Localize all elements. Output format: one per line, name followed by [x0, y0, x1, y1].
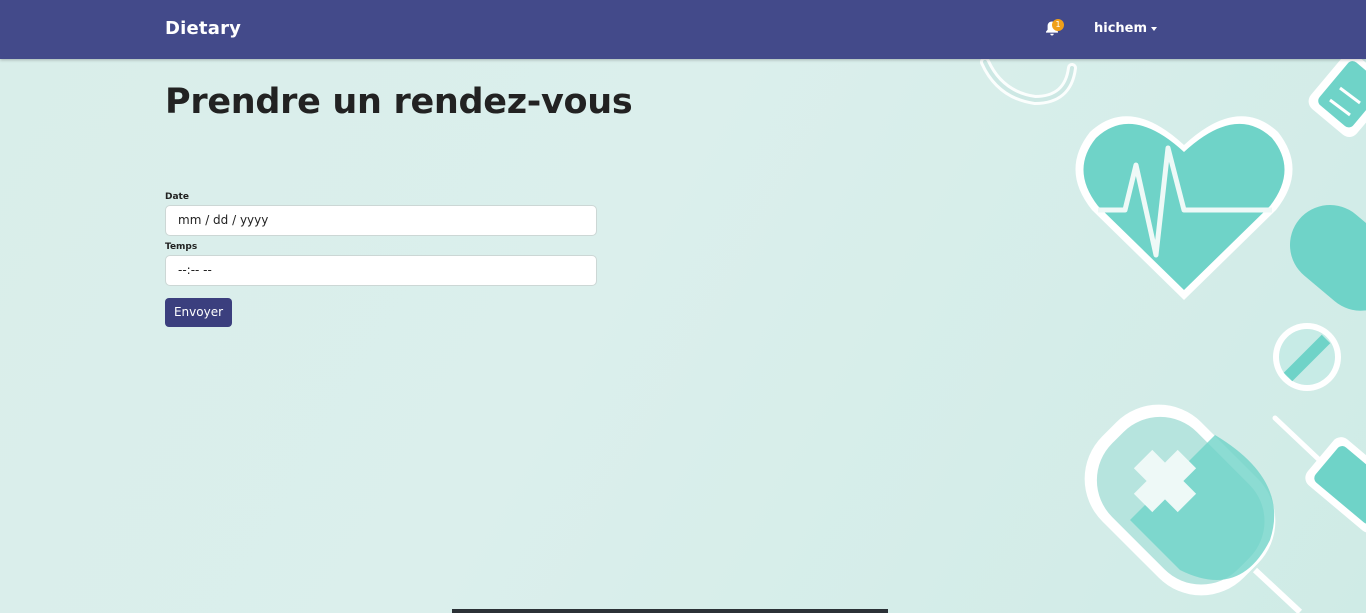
- capsule-icon: [1290, 205, 1366, 311]
- syringe-top-icon: [1308, 59, 1366, 138]
- top-navbar: Dietary 1 hichem: [0, 0, 1366, 59]
- time-input[interactable]: --:-- --: [165, 255, 597, 286]
- caret-down-icon: [1151, 26, 1158, 31]
- bottom-bar: [452, 609, 888, 613]
- pill-icon: [1273, 323, 1341, 391]
- heart-icon: [1075, 116, 1293, 300]
- time-label: Temps: [165, 242, 198, 252]
- brand-logo[interactable]: Dietary: [165, 18, 241, 39]
- page-title: Prendre un rendez-vous: [165, 82, 633, 122]
- medical-illustration: [980, 59, 1366, 613]
- user-menu[interactable]: hichem: [1094, 21, 1158, 36]
- iv-bag-icon: [1084, 404, 1303, 613]
- submit-button[interactable]: Envoyer: [165, 298, 232, 327]
- date-label: Date: [165, 192, 189, 202]
- date-input[interactable]: mm / dd / yyyy: [165, 205, 597, 236]
- notification-badge: 1: [1052, 19, 1064, 31]
- user-name: hichem: [1094, 21, 1148, 36]
- syringe-bottom-icon: [1272, 415, 1366, 533]
